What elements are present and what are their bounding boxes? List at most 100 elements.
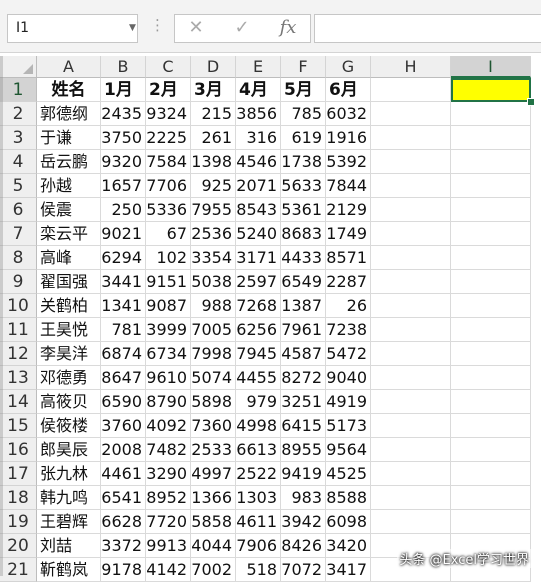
cell-d1[interactable]: 3月 [191, 78, 236, 102]
cell-value[interactable]: 7945 [236, 342, 281, 366]
cell-i1[interactable] [451, 78, 531, 102]
column-header-e[interactable]: E [236, 56, 281, 78]
cell-value[interactable]: 26 [326, 294, 371, 318]
cell-value[interactable]: 5038 [191, 270, 236, 294]
cell-value[interactable]: 3372 [101, 534, 146, 558]
cell-a1[interactable]: 姓名 [37, 78, 101, 102]
cell-value[interactable]: 9151 [146, 270, 191, 294]
cell-value[interactable]: 8790 [146, 390, 191, 414]
cell-value[interactable]: 4525 [326, 462, 371, 486]
cell-value[interactable]: 7706 [146, 174, 191, 198]
cell-empty[interactable] [451, 246, 531, 270]
column-header-b[interactable]: B [101, 56, 146, 78]
cell-name[interactable]: 于谦 [37, 126, 101, 150]
cell-empty[interactable] [371, 102, 451, 126]
name-box[interactable]: I1 ▼ [7, 14, 138, 43]
row-header[interactable]: 4 [0, 150, 37, 174]
cell-name[interactable]: 高峰 [37, 246, 101, 270]
cell-value[interactable]: 518 [236, 558, 281, 582]
cell-value[interactable]: 6590 [101, 390, 146, 414]
cell-value[interactable]: 3417 [326, 558, 371, 582]
row-header[interactable]: 20 [0, 534, 37, 558]
cell-name[interactable]: 栾云平 [37, 222, 101, 246]
cell-empty[interactable] [451, 486, 531, 510]
cell-value[interactable]: 9913 [146, 534, 191, 558]
cell-value[interactable]: 102 [146, 246, 191, 270]
cell-value[interactable]: 7844 [326, 174, 371, 198]
cell-empty[interactable] [371, 342, 451, 366]
cell-name[interactable]: 郭德纲 [37, 102, 101, 126]
cell-e1[interactable]: 4月 [236, 78, 281, 102]
cell-name[interactable]: 王昊悦 [37, 318, 101, 342]
cell-value[interactable]: 8683 [281, 222, 326, 246]
cell-name[interactable]: 邓德勇 [37, 366, 101, 390]
cell-empty[interactable] [451, 390, 531, 414]
cell-value[interactable]: 3999 [146, 318, 191, 342]
cell-value[interactable]: 6098 [326, 510, 371, 534]
cell-value[interactable]: 2129 [326, 198, 371, 222]
cell-value[interactable]: 2008 [101, 438, 146, 462]
enter-icon[interactable]: ✓ [227, 17, 257, 38]
cell-value[interactable]: 7584 [146, 150, 191, 174]
cell-value[interactable]: 3441 [101, 270, 146, 294]
cell-value[interactable]: 8571 [326, 246, 371, 270]
row-header[interactable]: 5 [0, 174, 37, 198]
cell-name[interactable]: 高筱贝 [37, 390, 101, 414]
cell-value[interactable]: 6256 [236, 318, 281, 342]
cell-f1[interactable]: 5月 [281, 78, 326, 102]
row-header[interactable]: 9 [0, 270, 37, 294]
cell-value[interactable]: 7482 [146, 438, 191, 462]
cell-empty[interactable] [371, 126, 451, 150]
row-header[interactable]: 2 [0, 102, 37, 126]
cell-value[interactable]: 1738 [281, 150, 326, 174]
cell-value[interactable]: 9040 [326, 366, 371, 390]
cell-value[interactable]: 7238 [326, 318, 371, 342]
cell-g1[interactable]: 6月 [326, 78, 371, 102]
cell-empty[interactable] [451, 342, 531, 366]
cell-value[interactable]: 6613 [236, 438, 281, 462]
cell-value[interactable]: 1398 [191, 150, 236, 174]
cell-name[interactable]: 王碧辉 [37, 510, 101, 534]
cell-value[interactable]: 4546 [236, 150, 281, 174]
cell-value[interactable]: 781 [101, 318, 146, 342]
cell-value[interactable]: 5472 [326, 342, 371, 366]
cell-value[interactable]: 7072 [281, 558, 326, 582]
cell-value[interactable]: 4455 [236, 366, 281, 390]
formula-input[interactable] [314, 14, 541, 43]
cell-empty[interactable] [451, 222, 531, 246]
cell-value[interactable]: 7002 [191, 558, 236, 582]
cell-empty[interactable] [371, 174, 451, 198]
cell-value[interactable]: 2287 [326, 270, 371, 294]
cell-empty[interactable] [451, 174, 531, 198]
cell-name[interactable]: 侯筱楼 [37, 414, 101, 438]
cell-value[interactable]: 7906 [236, 534, 281, 558]
cell-value[interactable]: 8272 [281, 366, 326, 390]
cell-value[interactable]: 619 [281, 126, 326, 150]
cell-empty[interactable] [371, 510, 451, 534]
cell-c1[interactable]: 2月 [146, 78, 191, 102]
cell-empty[interactable] [371, 366, 451, 390]
cell-value[interactable]: 7268 [236, 294, 281, 318]
cell-value[interactable]: 8647 [101, 366, 146, 390]
cancel-icon[interactable]: ✕ [181, 17, 211, 38]
column-header-g[interactable]: G [326, 56, 371, 78]
column-header-h[interactable]: H [371, 56, 451, 78]
cell-name[interactable]: 刘喆 [37, 534, 101, 558]
cell-value[interactable]: 925 [191, 174, 236, 198]
cell-name[interactable]: 翟国强 [37, 270, 101, 294]
cell-value[interactable]: 6032 [326, 102, 371, 126]
cell-value[interactable]: 1366 [191, 486, 236, 510]
cell-value[interactable]: 9324 [146, 102, 191, 126]
cell-value[interactable]: 2522 [236, 462, 281, 486]
cell-value[interactable]: 6415 [281, 414, 326, 438]
cell-value[interactable]: 988 [191, 294, 236, 318]
cell-value[interactable]: 785 [281, 102, 326, 126]
column-header-a[interactable]: A [37, 56, 101, 78]
cell-value[interactable]: 4587 [281, 342, 326, 366]
cell-name[interactable]: 韩九鸣 [37, 486, 101, 510]
cell-name[interactable]: 关鹤柏 [37, 294, 101, 318]
cell-value[interactable]: 4433 [281, 246, 326, 270]
cell-value[interactable]: 7005 [191, 318, 236, 342]
cell-value[interactable]: 8426 [281, 534, 326, 558]
cell-value[interactable]: 2536 [191, 222, 236, 246]
